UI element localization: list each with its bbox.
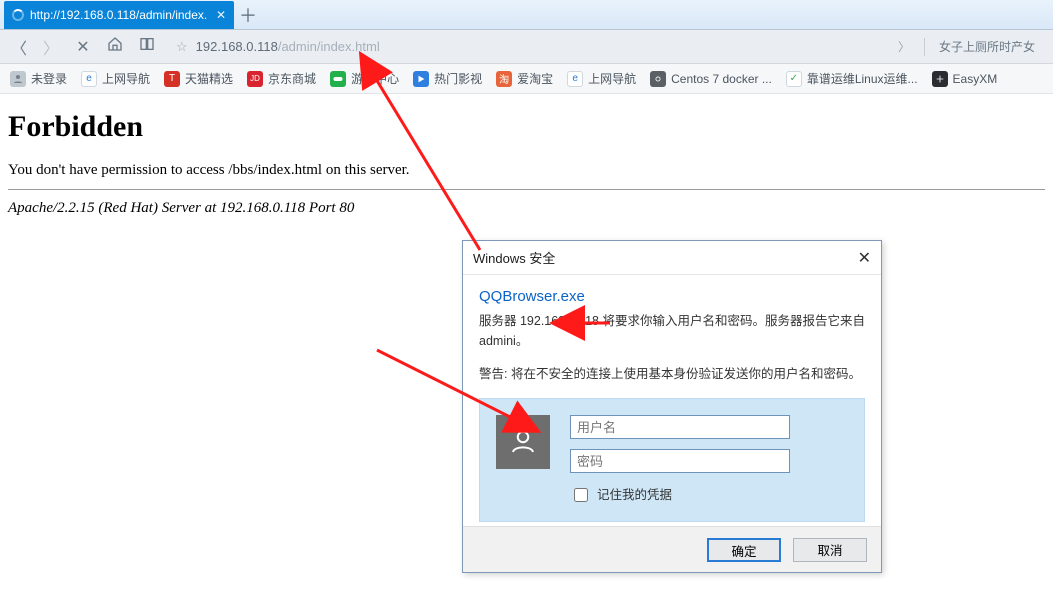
password-input[interactable] <box>570 449 790 473</box>
nav-stop-icon[interactable]: ✕ <box>74 37 92 57</box>
aitao-icon: 淘 <box>496 71 512 87</box>
bm-tmall[interactable]: T 天猫精选 <box>164 70 233 87</box>
bm-aitao[interactable]: 淘 爱淘宝 <box>496 70 553 87</box>
dialog-body: QQBrowser.exe 服务器 192.168.0.118 将要求你输入用户… <box>463 275 881 526</box>
ie-icon: e <box>81 71 97 87</box>
tab-title: http://192.168.0.118/admin/index. <box>30 8 210 22</box>
address-input[interactable]: ☆ 192.168.0.118/admin/index.html <box>170 34 884 60</box>
bm-label: 上网导航 <box>102 70 150 87</box>
dialog-title-text: Windows 安全 <box>473 248 555 267</box>
gamepad-icon <box>330 71 346 87</box>
play-icon <box>413 71 429 87</box>
credential-fields: 记住我的凭据 <box>570 415 790 505</box>
bm-label: 上网导航 <box>588 70 636 87</box>
dialog-app-name: QQBrowser.exe <box>479 285 865 308</box>
server-signature: Apache/2.2.15 (Red Hat) Server at 192.16… <box>8 200 1045 217</box>
favorite-star-icon[interactable]: ☆ <box>176 39 188 55</box>
username-input[interactable] <box>570 415 790 439</box>
content-divider <box>8 189 1045 190</box>
bm-linux[interactable]: ✓ 靠谱运维Linux运维... <box>786 70 918 87</box>
remember-row[interactable]: 记住我的凭据 <box>570 485 790 505</box>
url-text: 192.168.0.118/admin/index.html <box>196 39 380 54</box>
user-avatar-icon <box>496 415 550 469</box>
separator <box>924 38 925 56</box>
ie-icon: e <box>567 71 583 87</box>
bm-easy[interactable]: EasyXM <box>932 71 998 87</box>
bm-nav[interactable]: e 上网导航 <box>81 70 150 87</box>
forbidden-message: You don't have permission to access /bbs… <box>8 162 1045 179</box>
dialog-close-icon[interactable]: ✕ <box>858 248 871 268</box>
auth-dialog: Windows 安全 ✕ QQBrowser.exe 服务器 192.168.0… <box>462 240 882 573</box>
bm-video[interactable]: 热门影视 <box>413 70 482 87</box>
tab-close-icon[interactable]: ✕ <box>216 8 226 22</box>
chevron-right-icon[interactable]: 〉 <box>898 38 910 55</box>
remember-label: 记住我的凭据 <box>597 486 672 505</box>
loading-spinner-icon <box>12 9 24 21</box>
url-host: 192.168.0.118 <box>196 39 278 54</box>
bm-label: 天猫精选 <box>185 70 233 87</box>
dialog-warning: 警告: 将在不安全的连接上使用基本身份验证发送你的用户名和密码。 <box>479 365 865 384</box>
easy-icon <box>932 71 948 87</box>
bm-centos[interactable]: Centos 7 docker ... <box>650 71 772 87</box>
hot-search-link[interactable]: 女子上厕所时产女 <box>939 38 1035 55</box>
bm-jd[interactable]: JD 京东商城 <box>247 70 316 87</box>
bm-label: Centos 7 docker ... <box>671 72 772 86</box>
remember-checkbox[interactable] <box>574 488 588 502</box>
tmall-icon: T <box>164 71 180 87</box>
bm-label: 京东商城 <box>268 70 316 87</box>
bm-label: 热门影视 <box>434 70 482 87</box>
cancel-button[interactable]: 取消 <box>793 538 867 562</box>
bm-label: 爱淘宝 <box>517 70 553 87</box>
person-icon <box>10 71 26 87</box>
nav-home-icon[interactable] <box>106 36 124 57</box>
tab-strip: http://192.168.0.118/admin/index. ✕ ＋ <box>0 0 1053 30</box>
page-heading: Forbidden <box>8 110 1045 144</box>
nav-reader-icon[interactable] <box>138 36 156 57</box>
centos-icon <box>650 71 666 87</box>
address-right: 〉 女子上厕所时产女 <box>898 38 1043 56</box>
nav-forward-icon[interactable]: 〉 <box>42 35 60 59</box>
dialog-titlebar: Windows 安全 ✕ <box>463 241 881 275</box>
address-bar-row: 〈 〉 ✕ ☆ 192.168.0.118/admin/index.html 〉… <box>0 30 1053 64</box>
bm-not-logged[interactable]: 未登录 <box>10 70 67 87</box>
dialog-footer: 确定 取消 <box>463 526 881 572</box>
bm-label: 游戏中心 <box>351 70 399 87</box>
bm-game[interactable]: 游戏中心 <box>330 70 399 87</box>
jd-icon: JD <box>247 71 263 87</box>
bookmarks-bar: 未登录 e 上网导航 T 天猫精选 JD 京东商城 游戏中心 热门影视 淘 爱淘… <box>0 64 1053 94</box>
bm-nav2[interactable]: e 上网导航 <box>567 70 636 87</box>
url-path: /admin/index.html <box>278 39 380 54</box>
nav-back-icon[interactable]: 〈 <box>10 35 28 59</box>
bm-label: 靠谱运维Linux运维... <box>807 70 918 87</box>
page-content: Forbidden You don't have permission to a… <box>0 94 1053 217</box>
reliable-icon: ✓ <box>786 71 802 87</box>
bm-label: 未登录 <box>31 70 67 87</box>
new-tab-button[interactable]: ＋ <box>234 1 262 29</box>
credentials-panel: 记住我的凭据 <box>479 398 865 522</box>
ok-button[interactable]: 确定 <box>707 538 781 562</box>
bm-label: EasyXM <box>953 72 998 86</box>
dialog-message: 服务器 192.168.0.118 将要求你输入用户名和密码。服务器报告它来自 … <box>479 312 865 351</box>
browser-tab[interactable]: http://192.168.0.118/admin/index. ✕ <box>4 1 234 29</box>
